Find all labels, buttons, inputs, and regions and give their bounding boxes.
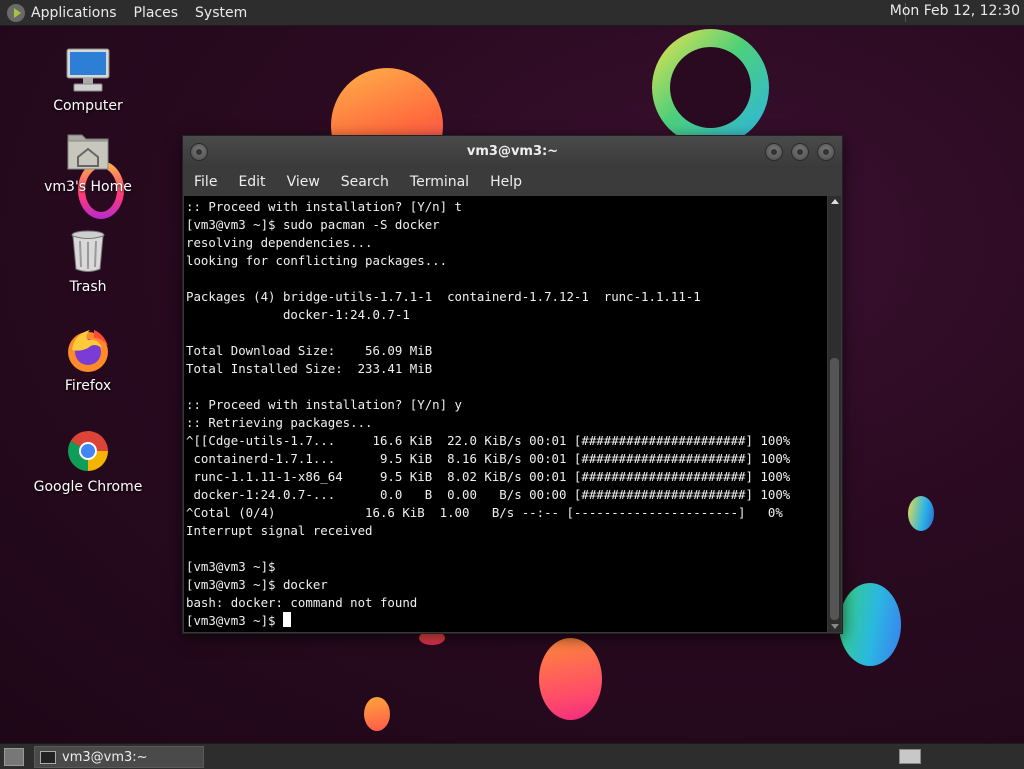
chrome-icon (64, 427, 112, 475)
trash-icon (64, 227, 112, 275)
desktop-icon-firefox[interactable]: Firefox (33, 326, 143, 394)
firefox-icon (64, 326, 112, 374)
show-desktop-icon[interactable] (4, 748, 24, 766)
menu-search[interactable]: Search (341, 174, 389, 190)
clock[interactable]: Mon Feb 12, 12:30 (890, 3, 1020, 19)
terminal-window[interactable]: vm3@vm3:~ File Edit View Search Terminal… (182, 135, 843, 634)
menu-places[interactable]: Places (134, 5, 179, 21)
desktop-icon-label: Computer (53, 98, 123, 114)
close-button[interactable] (817, 143, 835, 161)
computer-icon (64, 46, 112, 94)
desktop-icon-label: Trash (69, 279, 107, 295)
menu-terminal[interactable]: Terminal (410, 174, 469, 190)
wallpaper-orange-oval (539, 638, 602, 720)
wallpaper-ring (652, 29, 769, 146)
bottom-panel: vm3@vm3:~ (0, 743, 1024, 769)
terminal-output: :: Proceed with installation? [Y/n] t [v… (186, 199, 791, 610)
workspace-switcher[interactable] (899, 749, 921, 764)
desktop-icon-trash[interactable]: Trash (33, 227, 143, 295)
scroll-up-arrow-icon[interactable] (831, 199, 839, 204)
menu-system[interactable]: System (195, 5, 247, 21)
window-titlebar[interactable]: vm3@vm3:~ (183, 136, 842, 168)
wallpaper-small-blue-oval (908, 496, 934, 531)
taskbar-item-terminal[interactable]: vm3@vm3:~ (34, 746, 204, 768)
taskbar-item-label: vm3@vm3:~ (62, 749, 148, 765)
desktop-icon-label: Google Chrome (33, 479, 143, 495)
terminal-menubar: File Edit View Search Terminal Help (183, 168, 842, 196)
terminal-output-area[interactable]: :: Proceed with installation? [Y/n] t [v… (184, 196, 827, 632)
terminal-icon (40, 750, 56, 764)
desktop-icon-label: vm3's Home (44, 179, 132, 195)
menu-edit[interactable]: Edit (238, 174, 265, 190)
desktop-icon-home[interactable]: vm3's Home (33, 127, 143, 195)
home-folder-icon (64, 127, 112, 175)
wallpaper-small-orange-oval (364, 697, 390, 731)
terminal-scrollbar[interactable] (828, 196, 841, 632)
wallpaper-blue-oval (839, 583, 901, 666)
menu-help[interactable]: Help (490, 174, 522, 190)
scroll-down-arrow-icon[interactable] (831, 624, 839, 629)
terminal-prompt: [vm3@vm3 ~]$ (186, 613, 283, 628)
distro-logo-icon[interactable] (7, 3, 25, 22)
menu-file[interactable]: File (194, 174, 217, 190)
text-cursor (282, 612, 291, 627)
menu-applications[interactable]: Applications (31, 5, 117, 21)
desktop-icon-chrome[interactable]: Google Chrome (33, 427, 143, 495)
window-title: vm3@vm3:~ (466, 144, 559, 159)
top-panel: Applications Places System Mon Feb 12, 1… (0, 0, 1024, 26)
maximize-button[interactable] (791, 143, 809, 161)
desktop-icon-label: Firefox (64, 378, 112, 394)
desktop-icon-computer[interactable]: Computer (33, 46, 143, 114)
minimize-button[interactable] (765, 143, 783, 161)
scrollbar-thumb[interactable] (830, 358, 839, 620)
menu-view[interactable]: View (287, 174, 320, 190)
